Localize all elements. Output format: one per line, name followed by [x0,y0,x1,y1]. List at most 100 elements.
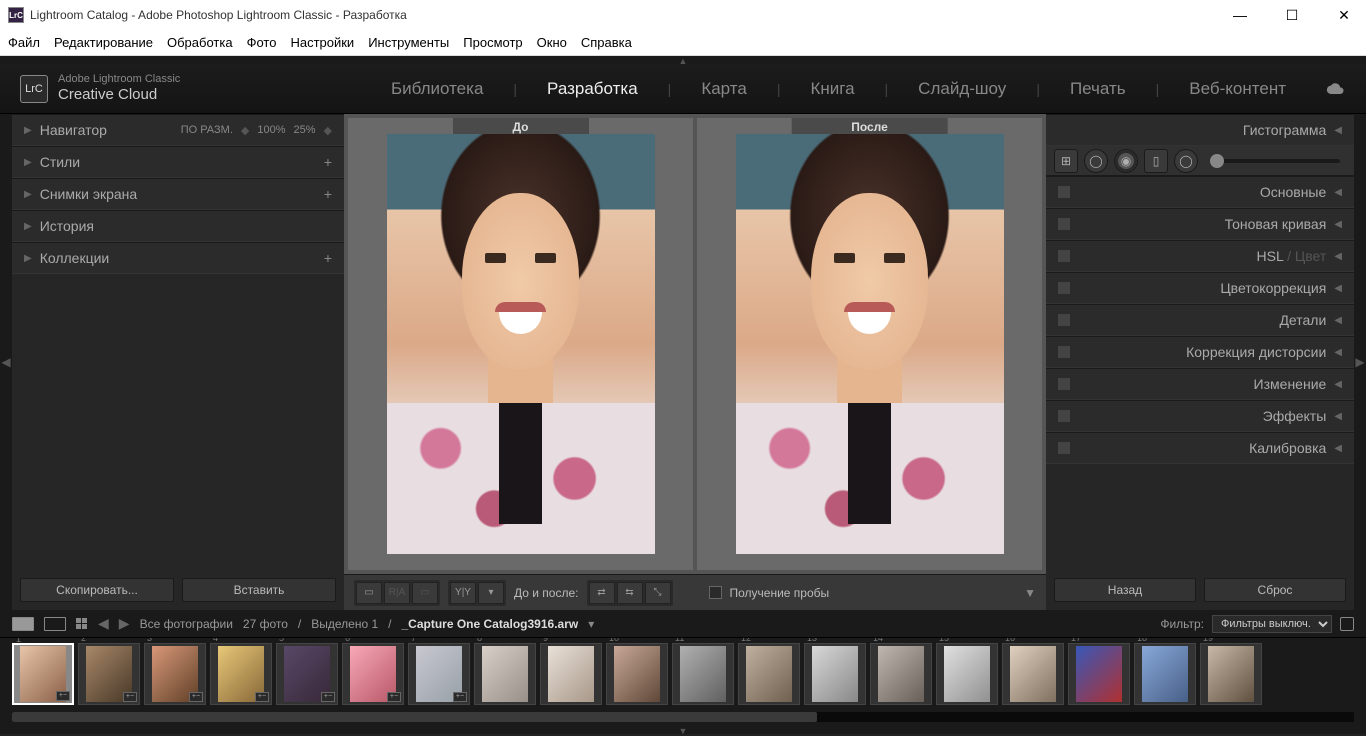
panel-switch[interactable] [1058,314,1070,326]
thumbnail[interactable]: 1+− [12,643,74,705]
module-slideshow[interactable]: Слайд-шоу [914,79,1010,99]
thumbnail[interactable]: 10 [606,643,668,705]
before-after-tb-button[interactable]: ▾ [478,582,504,604]
add-style-button[interactable]: + [324,154,332,170]
copy-before-button[interactable]: ⇄ [589,582,615,604]
thumbnail[interactable]: 6+− [342,643,404,705]
thumbnail[interactable]: 8 [474,643,536,705]
panel-navigator[interactable]: ▶ Навигатор ПО РАЗМ.◆ 100% 25%◆ [12,114,344,146]
reveal-top-arrow[interactable]: ▲ [0,56,1366,64]
after-pane[interactable]: После [697,118,1042,570]
panel-switch[interactable] [1058,410,1070,422]
panel-switch[interactable] [1058,250,1070,262]
panel-detail[interactable]: Детали ◀ [1046,304,1354,336]
zoom-100[interactable]: 100% [257,124,285,137]
panel-switch[interactable] [1058,186,1070,198]
filter-dropdown[interactable]: Фильтры выключ.. [1212,615,1332,633]
primary-display-button[interactable] [12,617,34,631]
cloud-sync-icon[interactable] [1326,82,1346,96]
ref-view-b-button[interactable]: ▭ [412,582,438,604]
module-web[interactable]: Веб-контент [1185,79,1290,99]
before-pane[interactable]: До [348,118,693,570]
menu-tools[interactable]: Инструменты [368,35,449,50]
source-label[interactable]: Все фотографии [140,617,233,631]
thumbnail[interactable]: 12 [738,643,800,705]
thumbnail[interactable]: 2+− [78,643,140,705]
tool-slider[interactable] [1210,159,1340,163]
thumbnail[interactable]: 15 [936,643,998,705]
add-snapshot-button[interactable]: + [324,186,332,202]
current-filename[interactable]: _Capture One Catalog3916.arw [401,617,578,631]
thumbnail[interactable]: 7+− [408,643,470,705]
thumbnail[interactable]: 11 [672,643,734,705]
panel-history[interactable]: ▶ История [12,210,344,242]
menu-file[interactable]: Файл [8,35,40,50]
gradient-tool[interactable]: ▯ [1144,149,1168,173]
add-collection-button[interactable]: + [324,250,332,266]
ref-view-a-button[interactable]: R|A [384,582,410,604]
menu-settings[interactable]: Настройки [290,35,354,50]
zoom-25[interactable]: 25% [294,124,316,137]
reset-button[interactable]: Сброс [1204,578,1346,602]
thumbnail[interactable]: 18 [1134,643,1196,705]
secondary-display-button[interactable] [44,617,66,631]
grid-view-icon[interactable] [76,618,88,630]
thumbnail[interactable]: 16 [1002,643,1064,705]
panel-collections[interactable]: ▶ Коллекции + [12,242,344,274]
panel-switch[interactable] [1058,378,1070,390]
menu-edit[interactable]: Редактирование [54,35,153,50]
menu-develop[interactable]: Обработка [167,35,233,50]
menu-view[interactable]: Просмотр [463,35,522,50]
panel-calibration[interactable]: Калибровка ◀ [1046,432,1354,464]
thumbnail[interactable]: 4+− [210,643,272,705]
thumbnail[interactable]: 9 [540,643,602,705]
nav-forward-button[interactable]: ▶ [119,615,130,632]
module-book[interactable]: Книга [806,79,858,99]
panel-switch[interactable] [1058,282,1070,294]
left-edge-grip[interactable]: ◀ [0,114,12,610]
menu-window[interactable]: Окно [537,35,567,50]
thumbnail[interactable]: 5+− [276,643,338,705]
loupe-view-button[interactable]: ▭ [356,582,382,604]
zoom-fit[interactable]: ПО РАЗМ. [181,124,233,137]
panel-colorgrading[interactable]: Цветокоррекция ◀ [1046,272,1354,304]
filter-lock-icon[interactable] [1340,617,1354,631]
reveal-bottom-arrow[interactable]: ▼ [0,726,1366,734]
panel-hsl[interactable]: HSL / Цвет ◀ [1046,240,1354,272]
panel-snapshots[interactable]: ▶ Снимки экрана + [12,178,344,210]
panel-lenscorrection[interactable]: Коррекция дисторсии ◀ [1046,336,1354,368]
nav-back-button[interactable]: ◀ [98,615,109,632]
heal-tool[interactable]: ◯ [1084,149,1108,173]
panel-switch[interactable] [1058,442,1070,454]
toolbar-options-button[interactable]: ▼ [1024,586,1036,600]
menu-photo[interactable]: Фото [247,35,277,50]
thumbnail[interactable]: 13 [804,643,866,705]
thumbnail[interactable]: 19 [1200,643,1262,705]
filmstrip[interactable]: 1+−2+−3+−4+−5+−6+−7+−8910111213141516171… [0,638,1366,710]
thumbnail[interactable]: 17 [1068,643,1130,705]
before-after-lr-button[interactable]: Y|Y [450,582,476,604]
copy-button[interactable]: Скопировать... [20,578,174,602]
panel-switch[interactable] [1058,346,1070,358]
paste-button[interactable]: Вставить [182,578,336,602]
close-button[interactable]: ✕ [1330,5,1358,25]
filmstrip-scrollbar[interactable] [12,712,1354,722]
panel-effects[interactable]: Эффекты ◀ [1046,400,1354,432]
menu-help[interactable]: Справка [581,35,632,50]
module-develop[interactable]: Разработка [543,79,642,99]
panel-histogram[interactable]: Гистограмма ◀ [1046,114,1354,146]
panel-switch[interactable] [1058,218,1070,230]
minimize-button[interactable]: — [1226,5,1254,25]
panel-basic[interactable]: Основные ◀ [1046,176,1354,208]
right-edge-grip[interactable]: ▶ [1354,114,1366,610]
module-print[interactable]: Печать [1066,79,1130,99]
panel-styles[interactable]: ▶ Стили + [12,146,344,178]
copy-after-button[interactable]: ⇆ [617,582,643,604]
thumbnail[interactable]: 14 [870,643,932,705]
maximize-button[interactable]: ☐ [1278,5,1306,25]
thumbnail[interactable]: 3+− [144,643,206,705]
radial-tool[interactable]: ◯ [1174,149,1198,173]
module-library[interactable]: Библиотека [387,79,487,99]
previous-button[interactable]: Назад [1054,578,1196,602]
swap-button[interactable]: ⤡ [645,582,671,604]
